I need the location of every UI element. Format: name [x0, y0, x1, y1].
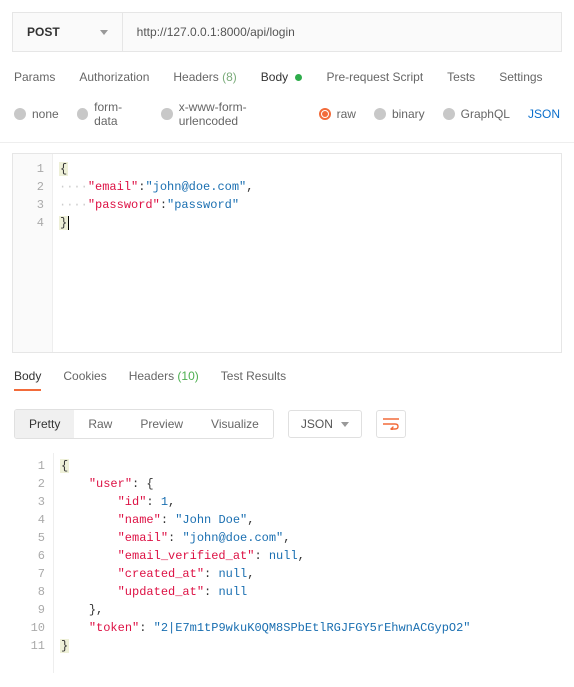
- text-cursor: [68, 216, 69, 230]
- line-gutter: 1234: [13, 154, 53, 352]
- tab-params[interactable]: Params: [14, 70, 55, 84]
- request-code: { ····"email":"john@doe.com", ····"passw…: [53, 154, 561, 352]
- chevron-down-icon: [100, 30, 108, 35]
- body-format-link[interactable]: JSON: [528, 107, 560, 121]
- resp-tab-body[interactable]: Body: [14, 369, 41, 391]
- radio-raw[interactable]: raw: [319, 107, 356, 121]
- response-view-controls: Pretty Raw Preview Visualize JSON: [14, 409, 560, 439]
- tab-authorization[interactable]: Authorization: [79, 70, 149, 84]
- response-format-select[interactable]: JSON: [288, 410, 362, 438]
- method-label: POST: [27, 25, 60, 39]
- radio-icon: [161, 108, 172, 120]
- view-raw[interactable]: Raw: [74, 410, 126, 438]
- url-bar: POST http://127.0.0.1:8000/api/login: [12, 12, 562, 52]
- view-visualize[interactable]: Visualize: [197, 410, 273, 438]
- response-body-viewer[interactable]: 1234567891011 { "user": { "id": 1, "name…: [14, 453, 560, 673]
- radio-binary[interactable]: binary: [374, 107, 425, 121]
- radio-icon: [319, 108, 331, 120]
- radio-icon: [443, 108, 455, 120]
- method-select[interactable]: POST: [13, 13, 123, 51]
- wrap-lines-icon: [383, 418, 399, 430]
- tab-prerequest[interactable]: Pre-request Script: [326, 70, 423, 84]
- tab-body[interactable]: Body: [261, 70, 303, 84]
- radio-icon: [374, 108, 386, 120]
- view-mode-group: Pretty Raw Preview Visualize: [14, 409, 274, 439]
- radio-none[interactable]: none: [14, 107, 59, 121]
- wrap-lines-button[interactable]: [376, 410, 406, 438]
- radio-form-data[interactable]: form-data: [77, 100, 144, 128]
- response-tabs: Body Cookies Headers (10) Test Results: [14, 369, 560, 399]
- radio-icon: [77, 108, 88, 120]
- body-modified-indicator: [295, 74, 302, 81]
- response-code: { "user": { "id": 1, "name": "John Doe",…: [54, 453, 560, 673]
- resp-tab-test-results[interactable]: Test Results: [221, 369, 286, 391]
- chevron-down-icon: [341, 422, 349, 427]
- view-preview[interactable]: Preview: [126, 410, 197, 438]
- radio-graphql[interactable]: GraphQL: [443, 107, 510, 121]
- tab-headers[interactable]: Headers (8): [173, 70, 236, 84]
- radio-icon: [14, 108, 26, 120]
- response-section: Body Cookies Headers (10) Test Results P…: [0, 369, 574, 673]
- body-type-row: none form-data x-www-form-urlencoded raw…: [0, 94, 574, 143]
- view-pretty[interactable]: Pretty: [15, 410, 74, 438]
- tab-settings[interactable]: Settings: [499, 70, 542, 84]
- resp-tab-headers[interactable]: Headers (10): [129, 369, 199, 391]
- request-body-editor[interactable]: 1234 { ····"email":"john@doe.com", ····"…: [12, 153, 562, 353]
- url-input[interactable]: http://127.0.0.1:8000/api/login: [123, 13, 561, 51]
- resp-tab-cookies[interactable]: Cookies: [63, 369, 106, 391]
- radio-urlencoded[interactable]: x-www-form-urlencoded: [161, 100, 300, 128]
- tab-tests[interactable]: Tests: [447, 70, 475, 84]
- request-tabs: Params Authorization Headers (8) Body Pr…: [0, 52, 574, 94]
- line-gutter: 1234567891011: [14, 453, 54, 673]
